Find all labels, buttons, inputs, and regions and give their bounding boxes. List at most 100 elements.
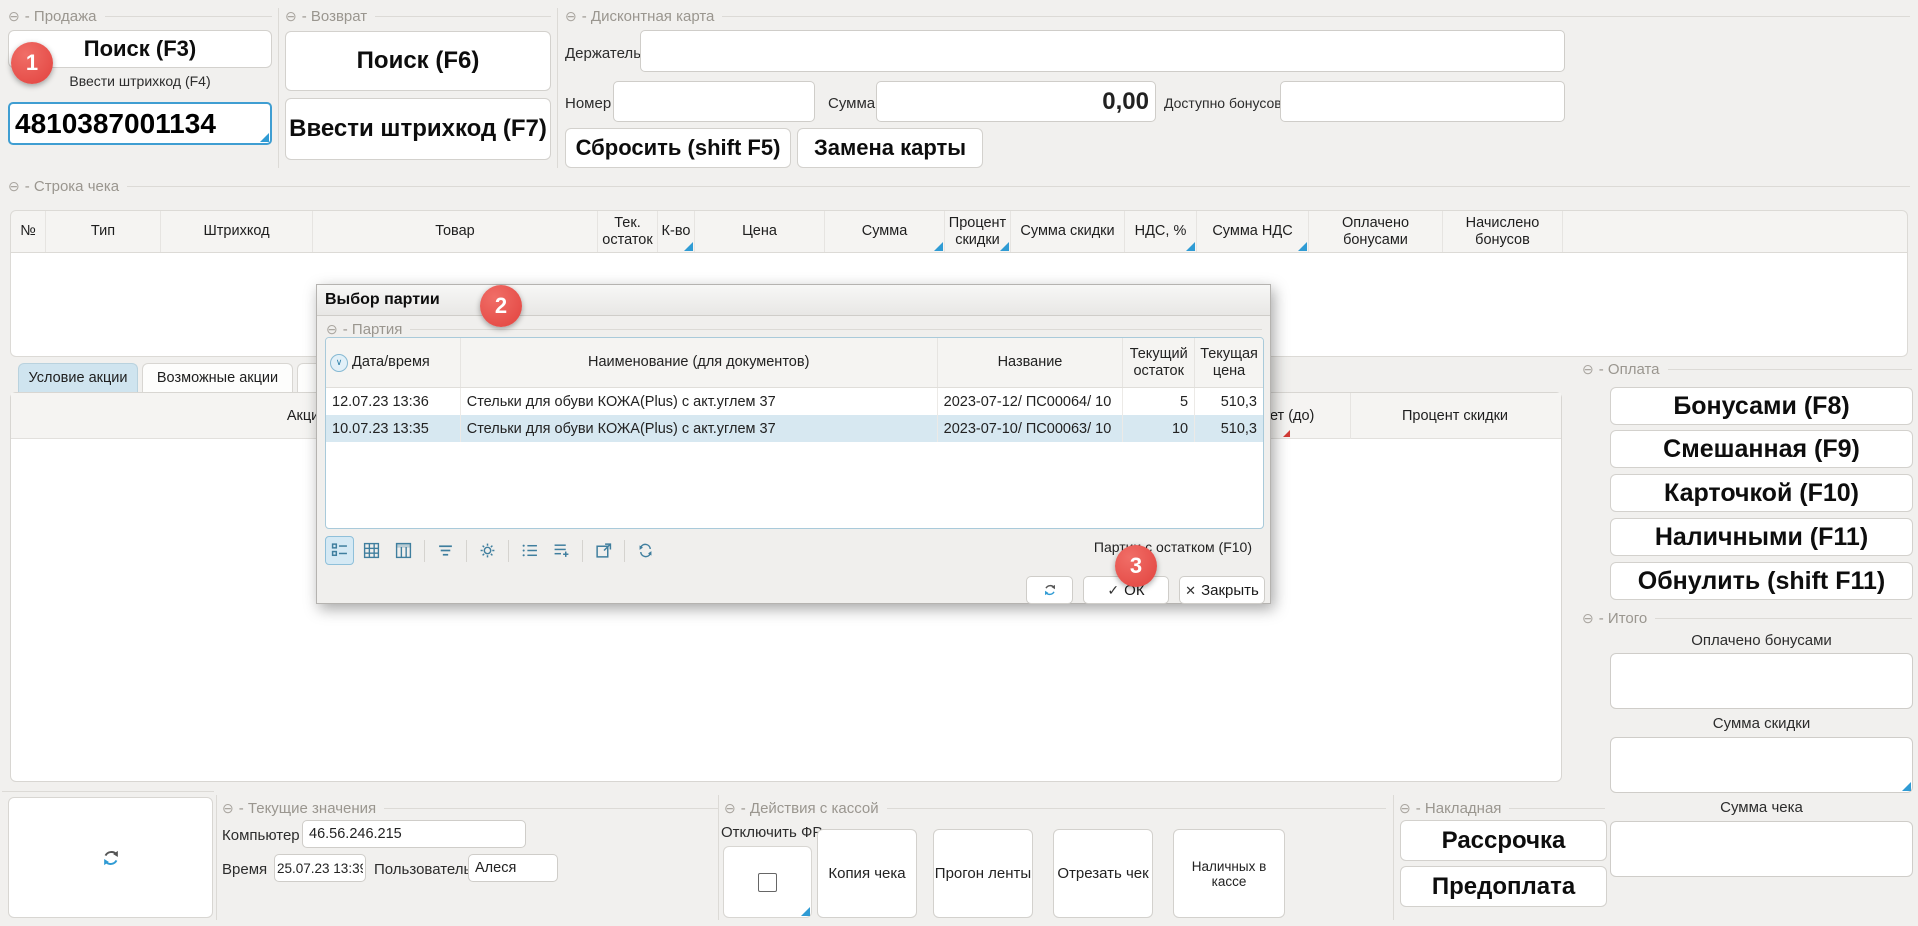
card-number-input[interactable] xyxy=(613,81,815,122)
col-number[interactable]: № xyxy=(11,211,46,252)
col-datetime[interactable]: Дата/время xyxy=(326,338,461,387)
batch-dialog-titlebar[interactable]: Выбор партии xyxy=(317,285,1270,316)
cut-check-button[interactable]: Отрезать чек xyxy=(1053,829,1153,918)
pay-cash-button[interactable]: Наличными (F11) xyxy=(1610,518,1913,556)
check-sum-label: Сумма чека xyxy=(1610,799,1913,816)
col-cur-price[interactable]: Текущая цена xyxy=(1195,338,1263,387)
amount-input[interactable] xyxy=(876,81,1156,122)
col-title[interactable]: Название xyxy=(938,338,1124,387)
sale-group-title: Продажа xyxy=(8,8,272,24)
close-button[interactable]: Закрыть xyxy=(1179,576,1265,604)
col-qty[interactable]: К-во xyxy=(658,211,695,252)
prepayment-button[interactable]: Предоплата xyxy=(1400,866,1607,907)
batch-row-selected[interactable]: 10.07.23 13:35 Стельки для обуви КОЖА(Pl… xyxy=(326,415,1263,442)
pay-card-button[interactable]: Карточкой (F10) xyxy=(1610,474,1913,512)
return-search-button[interactable]: Поиск (F6) xyxy=(285,31,551,91)
refresh-icon xyxy=(1042,582,1058,598)
refresh-icon[interactable] xyxy=(100,847,122,869)
dialog-refresh-button[interactable] xyxy=(1026,576,1073,604)
tab-possible-promos[interactable]: Возможные акции xyxy=(142,363,293,392)
collapse-icon[interactable] xyxy=(326,322,338,336)
refresh-panel[interactable] xyxy=(8,797,213,918)
time-input[interactable] xyxy=(274,854,366,882)
disable-fr-panel[interactable] xyxy=(723,846,812,918)
group-label: Итого xyxy=(1599,610,1647,627)
numbered-list-icon[interactable] xyxy=(515,536,544,565)
col-type[interactable]: Тип xyxy=(46,211,161,252)
copy-check-button[interactable]: Копия чека xyxy=(817,829,917,918)
computer-label: Компьютер xyxy=(222,827,300,844)
group-label: Дисконтная карта xyxy=(582,8,715,25)
col-discount-sum[interactable]: Сумма скидки xyxy=(1011,211,1125,252)
collapse-icon[interactable] xyxy=(8,9,20,23)
collapse-icon[interactable] xyxy=(8,179,20,193)
divider xyxy=(557,8,558,168)
user-label: Пользователь xyxy=(374,861,471,878)
col-vat-pct[interactable]: НДС, % xyxy=(1125,211,1197,252)
collapse-icon[interactable] xyxy=(1399,801,1411,815)
disable-fr-checkbox[interactable] xyxy=(758,873,777,892)
time-label: Время xyxy=(222,861,267,878)
sort-filter-icon[interactable] xyxy=(431,536,460,565)
holder-label: Держатель xyxy=(565,45,641,62)
tab-promo-condition[interactable]: Условие акции xyxy=(18,363,138,392)
col-barcode[interactable]: Штрихкод xyxy=(161,211,313,252)
pay-reset-button[interactable]: Обнулить (shift F11) xyxy=(1610,562,1913,600)
open-external-icon[interactable] xyxy=(589,536,618,565)
collapse-icon[interactable] xyxy=(222,801,234,815)
stock-filter-label[interactable]: Партии с остатком (F10) xyxy=(1094,539,1252,555)
check-sum-field[interactable] xyxy=(1610,821,1913,877)
replace-card-button[interactable]: Замена карты xyxy=(797,128,983,168)
step-badge-2: 2 xyxy=(480,285,522,327)
col-doc-name[interactable]: Наименование (для документов) xyxy=(461,338,938,387)
payment-group-title: Оплата xyxy=(1582,361,1912,377)
group-label: Продажа xyxy=(25,8,97,25)
list-add-icon[interactable] xyxy=(547,536,576,565)
col-vat-sum[interactable]: Сумма НДС xyxy=(1197,211,1309,252)
sort-descending-icon[interactable] xyxy=(330,354,348,372)
view-table-icon[interactable] xyxy=(389,536,418,565)
collapse-icon[interactable] xyxy=(285,9,297,23)
reset-card-button[interactable]: Сбросить (shift F5) xyxy=(565,128,791,168)
col-cur-stock[interactable]: Текущий остаток xyxy=(1123,338,1195,387)
repeat-icon[interactable] xyxy=(631,536,660,565)
collapse-icon[interactable] xyxy=(1582,611,1594,625)
sale-barcode-input[interactable] xyxy=(10,104,270,143)
promo-col-discount-pct[interactable]: Процент скидки xyxy=(1350,393,1560,439)
collapse-icon[interactable] xyxy=(565,9,577,23)
feed-tape-button[interactable]: Прогон ленты xyxy=(933,829,1033,918)
col-discount-pct[interactable]: Процент скидки xyxy=(945,211,1011,252)
installment-button[interactable]: Рассрочка xyxy=(1400,820,1607,861)
available-bonus-input[interactable] xyxy=(1280,81,1565,122)
col-sum[interactable]: Сумма xyxy=(825,211,945,252)
col-price[interactable]: Цена xyxy=(695,211,825,252)
discount-sum-field[interactable] xyxy=(1610,737,1913,793)
batch-row[interactable]: 12.07.23 13:36 Стельки для обуви КОЖА(Pl… xyxy=(326,388,1263,415)
dialog-title: Выбор партии xyxy=(325,291,440,309)
view-list-icon[interactable] xyxy=(325,536,354,565)
paid-bonus-field[interactable] xyxy=(1610,653,1913,709)
number-label: Номер xyxy=(565,95,611,112)
batch-group-title: Партия xyxy=(326,321,1262,337)
discount-group-title: Дисконтная карта xyxy=(565,8,1910,24)
view-grid-icon[interactable] xyxy=(357,536,386,565)
pay-bonus-button[interactable]: Бонусами (F8) xyxy=(1610,387,1913,425)
receipt-table-header: № Тип Штрихкод Товар Тек. остаток К-во Ц… xyxy=(10,210,1908,253)
return-barcode-button[interactable]: Ввести штрихкод (F7) xyxy=(285,98,551,160)
col-accrued-bonus[interactable]: Начислено бонусов xyxy=(1443,211,1563,252)
sale-barcode-field xyxy=(8,102,272,145)
col-current-stock[interactable]: Тек. остаток xyxy=(598,211,658,252)
collapse-icon[interactable] xyxy=(724,801,736,815)
col-product[interactable]: Товар xyxy=(313,211,598,252)
cash-in-register-button[interactable]: Наличных в кассе xyxy=(1173,829,1285,918)
user-input[interactable] xyxy=(468,854,558,882)
group-label: Действия с кассой xyxy=(741,800,879,817)
settings-gear-icon[interactable] xyxy=(473,536,502,565)
filter-marker-icon xyxy=(1283,430,1290,437)
collapse-icon[interactable] xyxy=(1582,362,1594,376)
col-paid-bonus[interactable]: Оплачено бонусами xyxy=(1309,211,1443,252)
holder-input[interactable] xyxy=(640,30,1565,72)
close-icon xyxy=(1185,582,1196,599)
computer-input[interactable] xyxy=(302,820,526,848)
pay-mixed-button[interactable]: Смешанная (F9) xyxy=(1610,430,1913,468)
